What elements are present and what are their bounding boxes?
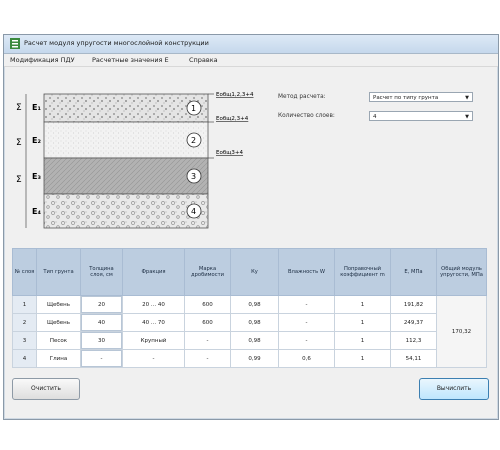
- e-mpa-cell: 249,37: [390, 313, 437, 332]
- row-number: 2: [12, 313, 37, 332]
- col-header-crushability[interactable]: Марка дробимости: [184, 248, 231, 296]
- layers-count-value: 4: [373, 114, 377, 120]
- layer-1: [43, 93, 209, 123]
- ky-cell[interactable]: 0,98: [230, 331, 279, 350]
- fraction-cell[interactable]: 40 ... 70: [122, 313, 185, 332]
- layer-number-3: 3: [191, 172, 196, 181]
- layer-number-4: 4: [191, 207, 196, 216]
- row-number: 1: [12, 295, 37, 314]
- col-header-e-mpa[interactable]: E, МПа: [390, 248, 437, 296]
- ky-cell[interactable]: 0,99: [230, 349, 279, 368]
- general-modulus-label-2: Eобщ2,3+4: [216, 116, 249, 122]
- thickness-cell[interactable]: 40: [80, 313, 123, 332]
- soil-type-cell[interactable]: Щебень: [36, 313, 81, 332]
- fraction-cell[interactable]: -: [122, 349, 185, 368]
- layer-4: [43, 193, 209, 229]
- correction-cell[interactable]: 1: [334, 295, 391, 314]
- thickness-cell[interactable]: 30: [80, 331, 123, 350]
- layer-2: [43, 121, 209, 159]
- fraction-cell[interactable]: 20 ... 40: [122, 295, 185, 314]
- layers-table: № слоя Тип грунта Толщина слоя, см Фракц…: [12, 248, 487, 368]
- col-header-soil-type[interactable]: Тип грунта: [36, 248, 81, 296]
- compute-button[interactable]: Вычислить: [419, 378, 489, 400]
- layers-count-select[interactable]: 4 ▼: [369, 111, 473, 121]
- correction-cell[interactable]: 1: [334, 331, 391, 350]
- layer-label-1: E₁: [32, 103, 41, 112]
- layer-label-3: E₃: [32, 172, 41, 181]
- table-row: 3 Песок 30 Крупный - 0,98 - 1 112,3: [12, 331, 487, 350]
- table-row: 2 Щебень 40 40 ... 70 600 0,98 - 1 249,3…: [12, 313, 487, 332]
- layers-count-label: Количество слоев:: [278, 113, 335, 119]
- general-modulus-label-1: Eобщ1,2,3+4: [216, 92, 254, 98]
- method-label: Метод расчета:: [278, 94, 326, 100]
- moisture-cell[interactable]: -: [278, 313, 335, 332]
- layer-diagram: E₁ E₂ E₃ E₄ Σ Σ Σ 1 2 3 4 Eобщ1,2,3+4 Eо…: [16, 92, 254, 229]
- ky-cell[interactable]: 0,98: [230, 313, 279, 332]
- soil-type-cell[interactable]: Щебень: [36, 295, 81, 314]
- soil-type-cell[interactable]: Песок: [36, 331, 81, 350]
- table-row: 4 Глина - - - 0,99 0,6 1 54,11: [12, 349, 487, 368]
- col-header-layer-no[interactable]: № слоя: [12, 248, 37, 296]
- crushability-cell[interactable]: -: [184, 349, 231, 368]
- table-row: 1 Щебень 20 20 ... 40 600 0,98 - 1 191,8…: [12, 295, 487, 368]
- col-header-thickness[interactable]: Толщина слоя, см: [80, 248, 123, 296]
- col-header-total-modulus[interactable]: Общий модуль упругости, МПа: [436, 248, 487, 296]
- layer-number-2: 2: [191, 136, 196, 145]
- col-header-ky[interactable]: Ку: [230, 248, 279, 296]
- col-header-correction[interactable]: Поправочный коэффициент m: [334, 248, 391, 296]
- total-modulus-cell: 170,32: [436, 295, 487, 368]
- correction-cell[interactable]: 1: [334, 349, 391, 368]
- layer-label-2: E₂: [32, 136, 41, 145]
- col-header-fraction[interactable]: Фракция: [122, 248, 185, 296]
- e-mpa-cell: 191,82: [390, 295, 437, 314]
- sum-marker-3: Σ: [16, 175, 22, 185]
- chevron-down-icon: ▼: [465, 95, 469, 101]
- method-select[interactable]: Расчет по типу грунта ▼: [369, 92, 473, 102]
- layer-label-4: E₄: [32, 207, 41, 216]
- crushability-cell[interactable]: 600: [184, 313, 231, 332]
- row-number: 3: [12, 331, 37, 350]
- sum-marker-2: Σ: [16, 138, 22, 148]
- thickness-cell[interactable]: 20: [80, 295, 123, 314]
- sum-marker-1: Σ: [16, 103, 22, 113]
- method-select-value: Расчет по типу грунта: [373, 95, 439, 101]
- layer-number-1: 1: [191, 104, 196, 113]
- e-mpa-cell: 54,11: [390, 349, 437, 368]
- col-header-moisture[interactable]: Влажность W: [278, 248, 335, 296]
- e-mpa-cell: 112,3: [390, 331, 437, 350]
- fraction-cell[interactable]: Крупный: [122, 331, 185, 350]
- crushability-cell[interactable]: -: [184, 331, 231, 350]
- crushability-cell[interactable]: 600: [184, 295, 231, 314]
- moisture-cell[interactable]: -: [278, 331, 335, 350]
- correction-cell[interactable]: 1: [334, 313, 391, 332]
- thickness-cell[interactable]: -: [80, 349, 123, 368]
- chevron-down-icon: ▼: [465, 114, 469, 120]
- row-number: 4: [12, 349, 37, 368]
- moisture-cell[interactable]: -: [278, 295, 335, 314]
- general-modulus-label-3: Eобщ3+4: [216, 150, 244, 156]
- clear-button[interactable]: Очистить: [12, 378, 80, 400]
- moisture-cell[interactable]: 0,6: [278, 349, 335, 368]
- ky-cell[interactable]: 0,98: [230, 295, 279, 314]
- soil-type-cell[interactable]: Глина: [36, 349, 81, 368]
- layer-3: [43, 157, 209, 195]
